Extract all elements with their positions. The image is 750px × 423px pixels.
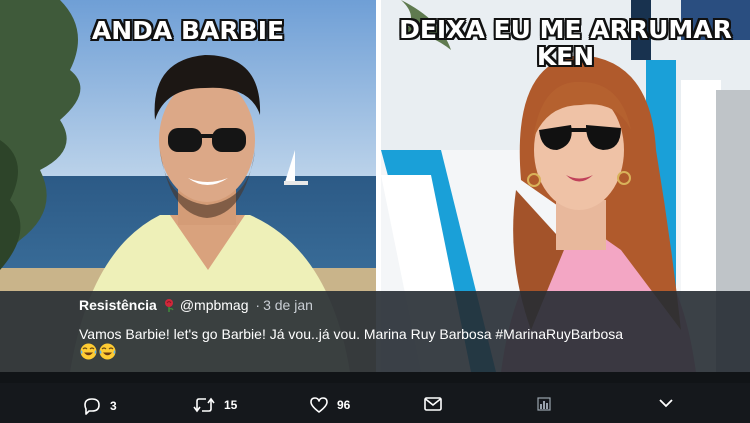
direct-message-button[interactable] — [424, 397, 442, 411]
reply-icon — [83, 397, 101, 415]
author-name[interactable]: Resistência — [79, 297, 157, 313]
author-handle[interactable]: @mpbmag — [180, 297, 249, 313]
rose-icon — [162, 298, 176, 312]
retweet-button[interactable]: 15 — [193, 397, 237, 413]
tweet-timestamp[interactable]: 3 de jan — [263, 297, 313, 313]
envelope-icon — [424, 397, 442, 411]
tweet-overlay[interactable]: Resistência @mpbmag · 3 de jan Vamos Barbi… — [0, 291, 750, 372]
heart-icon — [310, 397, 328, 413]
tweet-action-bar: 3 15 96 — [0, 383, 750, 423]
tweet-text: Vamos Barbie! let's go Barbie! Já vou..j… — [79, 326, 624, 342]
reply-count: 3 — [110, 399, 117, 413]
analytics-icon — [537, 397, 551, 411]
tweet-header: Resistência @mpbmag · 3 de jan — [79, 297, 313, 313]
face-with-tears-of-joy-icon — [99, 343, 116, 360]
meme-caption-right: DEIXA EU ME ARRUMAR KEN — [399, 15, 732, 71]
retweet-icon — [193, 397, 215, 413]
tweet-emoji-row — [80, 343, 118, 365]
like-button[interactable]: 96 — [310, 397, 350, 413]
face-with-tears-of-joy-icon — [80, 343, 97, 360]
separator-bar — [0, 372, 750, 383]
analytics-button[interactable] — [537, 397, 551, 411]
chevron-down-icon — [658, 397, 674, 409]
like-count: 96 — [337, 398, 351, 412]
retweet-count: 15 — [224, 398, 238, 412]
header-separator: · — [255, 297, 261, 313]
meme-caption-left: ANDA BARBIE — [91, 16, 285, 45]
reply-button[interactable]: 3 — [83, 397, 117, 415]
more-options-button[interactable] — [658, 397, 674, 409]
